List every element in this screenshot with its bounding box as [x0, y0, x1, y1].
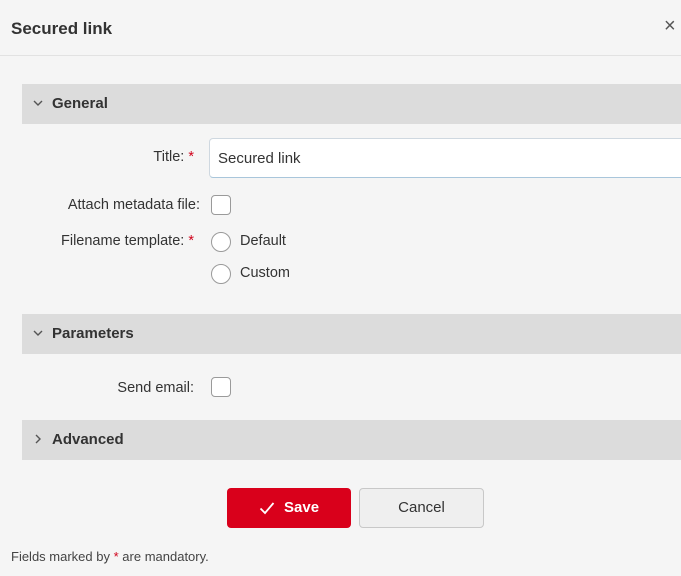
section-general-header[interactable]: General — [22, 84, 681, 124]
mandatory-fields-note: Fields marked by * are mandatory. — [11, 549, 209, 564]
chevron-down-icon — [33, 100, 43, 106]
filename-custom-label[interactable]: Custom — [240, 265, 290, 281]
title-label-text: Title: — [153, 149, 185, 165]
attach-metadata-label: Attach metadata file: — [67, 197, 200, 213]
chevron-down-icon — [33, 330, 43, 336]
dialog-header: Secured link × — [0, 0, 681, 56]
note-text-after: are mandatory. — [122, 549, 209, 564]
filename-label-text: Filename template: — [61, 233, 185, 249]
section-parameters-label: Parameters — [52, 325, 134, 342]
section-parameters-header[interactable]: Parameters — [22, 314, 681, 354]
required-marker: * — [188, 149, 194, 165]
attach-metadata-checkbox[interactable] — [211, 195, 231, 215]
checkmark-icon — [259, 502, 275, 515]
note-required-marker: * — [113, 549, 119, 564]
send-email-checkbox[interactable] — [211, 377, 231, 397]
note-text-before: Fields marked by — [11, 549, 110, 564]
title-input[interactable] — [209, 138, 681, 178]
dialog-title: Secured link — [11, 19, 113, 38]
required-marker: * — [188, 233, 194, 249]
save-button[interactable]: Save — [227, 488, 351, 528]
close-icon[interactable]: × — [664, 16, 676, 36]
save-button-label: Save — [284, 499, 320, 516]
filename-default-label[interactable]: Default — [240, 233, 286, 249]
title-field-label: Title: * — [153, 149, 194, 165]
section-general-label: General — [52, 95, 108, 112]
filename-template-label: Filename template: * — [61, 233, 194, 249]
send-email-label: Send email: — [117, 380, 194, 396]
chevron-right-icon — [35, 434, 41, 444]
cancel-button[interactable]: Cancel — [359, 488, 484, 528]
filename-custom-radio[interactable] — [211, 264, 231, 284]
section-advanced-header[interactable]: Advanced — [22, 420, 681, 460]
secured-link-dialog: Secured link × General Title: * Attach m… — [0, 0, 681, 576]
filename-default-radio[interactable] — [211, 232, 231, 252]
section-advanced-label: Advanced — [52, 431, 124, 448]
